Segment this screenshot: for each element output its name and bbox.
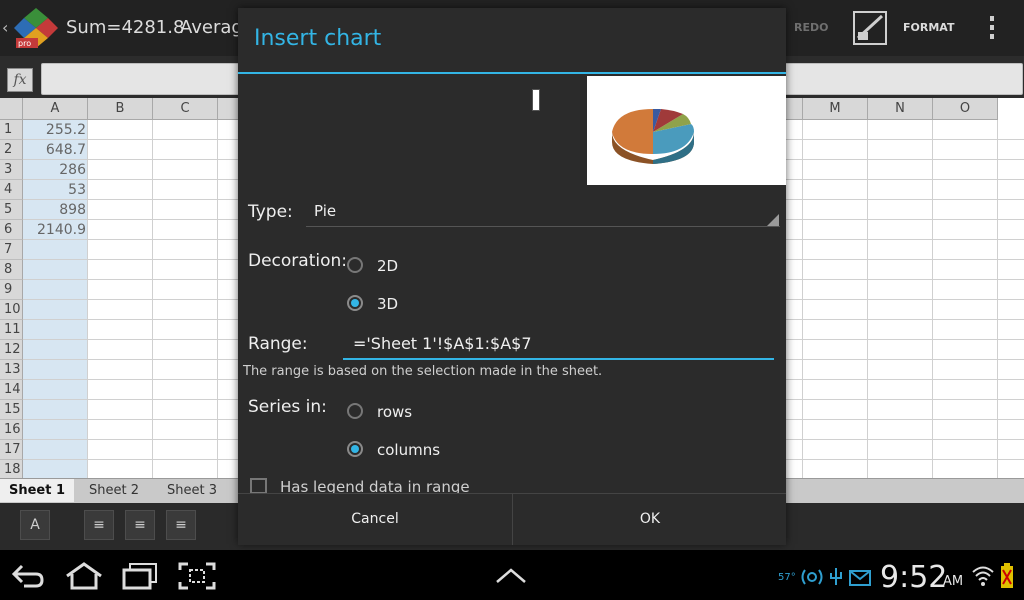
dialog-title: Insert chart: [254, 26, 382, 51]
row-header[interactable]: 10: [0, 300, 23, 320]
svg-text:pro: pro: [18, 39, 31, 48]
cell-a4[interactable]: 53: [23, 180, 86, 200]
row-header[interactable]: 15: [0, 400, 23, 420]
series-label: Series in:: [248, 397, 327, 417]
nav-back-icon[interactable]: [10, 562, 46, 590]
align-left-icon[interactable]: ≡: [84, 510, 114, 540]
column-header[interactable]: C: [153, 98, 218, 120]
row-header[interactable]: 3: [0, 160, 23, 180]
row-header[interactable]: 7: [0, 240, 23, 260]
range-value: ='Sheet 1'!$A$1:$A$7: [353, 334, 532, 353]
row-header[interactable]: 4: [0, 180, 23, 200]
status-sum: Sum=4281.8: [66, 17, 185, 38]
nav-menu-up-icon[interactable]: [495, 566, 527, 586]
battery-icon: [1001, 563, 1013, 588]
column-header[interactable]: O: [933, 98, 998, 120]
row-header[interactable]: 13: [0, 360, 23, 380]
chart-type-value: Pie: [314, 202, 337, 220]
row-header[interactable]: 12: [0, 340, 23, 360]
dialog-title-divider: [238, 72, 786, 74]
series-columns-radio[interactable]: [347, 441, 363, 457]
row-header[interactable]: 18: [0, 460, 23, 478]
select-all-corner[interactable]: [0, 98, 23, 120]
series-columns-label[interactable]: columns: [377, 441, 440, 459]
cell-a3[interactable]: 286: [23, 160, 86, 180]
series-rows-label[interactable]: rows: [377, 403, 412, 421]
type-label: Type:: [248, 202, 293, 222]
decoration-2d-label[interactable]: 2D: [377, 257, 398, 275]
row-header[interactable]: 8: [0, 260, 23, 280]
column-header[interactable]: N: [868, 98, 933, 120]
column-header[interactable]: A: [23, 98, 88, 120]
decoration-label: Decoration:: [248, 251, 347, 271]
sheet-tab-1[interactable]: Sheet 1: [0, 479, 74, 502]
fx-icon[interactable]: fx: [7, 68, 33, 92]
cell-a6[interactable]: 2140.9: [23, 220, 86, 240]
row-header[interactable]: 5: [0, 200, 23, 220]
temperature: 57°: [778, 572, 796, 583]
range-input[interactable]: ='Sheet 1'!$A$1:$A$7: [343, 330, 774, 360]
pie-chart-preview-icon: [612, 109, 694, 164]
ok-button[interactable]: OK: [513, 494, 787, 545]
cell-a5[interactable]: 898: [23, 200, 86, 220]
align-center-icon[interactable]: ≡: [125, 510, 155, 540]
row-header[interactable]: 16: [0, 420, 23, 440]
format-button[interactable]: FORMAT: [903, 21, 954, 34]
cancel-button[interactable]: Cancel: [238, 494, 512, 545]
redo-button[interactable]: REDO: [794, 21, 828, 34]
decoration-3d-radio[interactable]: [347, 295, 363, 311]
preview-resize-handle-icon[interactable]: [532, 89, 540, 111]
format-icon[interactable]: [852, 10, 888, 46]
series-rows-radio[interactable]: [347, 403, 363, 419]
decoration-3d-label[interactable]: 3D: [377, 295, 398, 313]
nav-recent-apps-icon[interactable]: [120, 562, 160, 590]
row-header[interactable]: 9: [0, 280, 23, 300]
range-help-text: The range is based on the selection made…: [243, 364, 603, 379]
row-header[interactable]: 11: [0, 320, 23, 340]
row-header[interactable]: 6: [0, 220, 23, 240]
cell-a1[interactable]: 255.2: [23, 120, 86, 140]
sheet-tab-3[interactable]: Sheet 3: [152, 479, 232, 502]
sheet-tab-2[interactable]: Sheet 2: [76, 479, 152, 502]
insert-chart-dialog: Insert chart Type: Pie Decoration: 2D 3D…: [238, 8, 786, 545]
row-header[interactable]: 1: [0, 120, 23, 140]
clock-ampm: AM: [943, 574, 964, 589]
dropdown-arrow-icon: [767, 214, 779, 226]
cell-a2[interactable]: 648.7: [23, 140, 86, 160]
legend-checkbox[interactable]: [250, 478, 267, 494]
wifi-icon: [972, 566, 994, 586]
chart-type-dropdown[interactable]: Pie: [306, 196, 780, 227]
back-chevron-icon[interactable]: ‹: [2, 18, 8, 37]
overflow-menu-icon[interactable]: [984, 14, 1000, 42]
notification-icons: [801, 568, 871, 586]
dialog-button-bar: Cancel OK: [238, 493, 786, 545]
app-logo-icon[interactable]: pro: [12, 6, 60, 50]
row-header[interactable]: 2: [0, 140, 23, 160]
row-header[interactable]: 17: [0, 440, 23, 460]
decoration-2d-radio[interactable]: [347, 257, 363, 273]
align-right-icon[interactable]: ≡: [166, 510, 196, 540]
screenshot-icon[interactable]: [178, 562, 216, 590]
row-header[interactable]: 14: [0, 380, 23, 400]
range-label: Range:: [248, 334, 308, 354]
column-header[interactable]: B: [88, 98, 153, 120]
nav-home-icon[interactable]: [63, 562, 105, 590]
column-header[interactable]: M: [803, 98, 868, 120]
chart-preview: [587, 76, 786, 185]
clock: 9:52: [880, 560, 948, 595]
font-color-icon[interactable]: A: [20, 510, 50, 540]
